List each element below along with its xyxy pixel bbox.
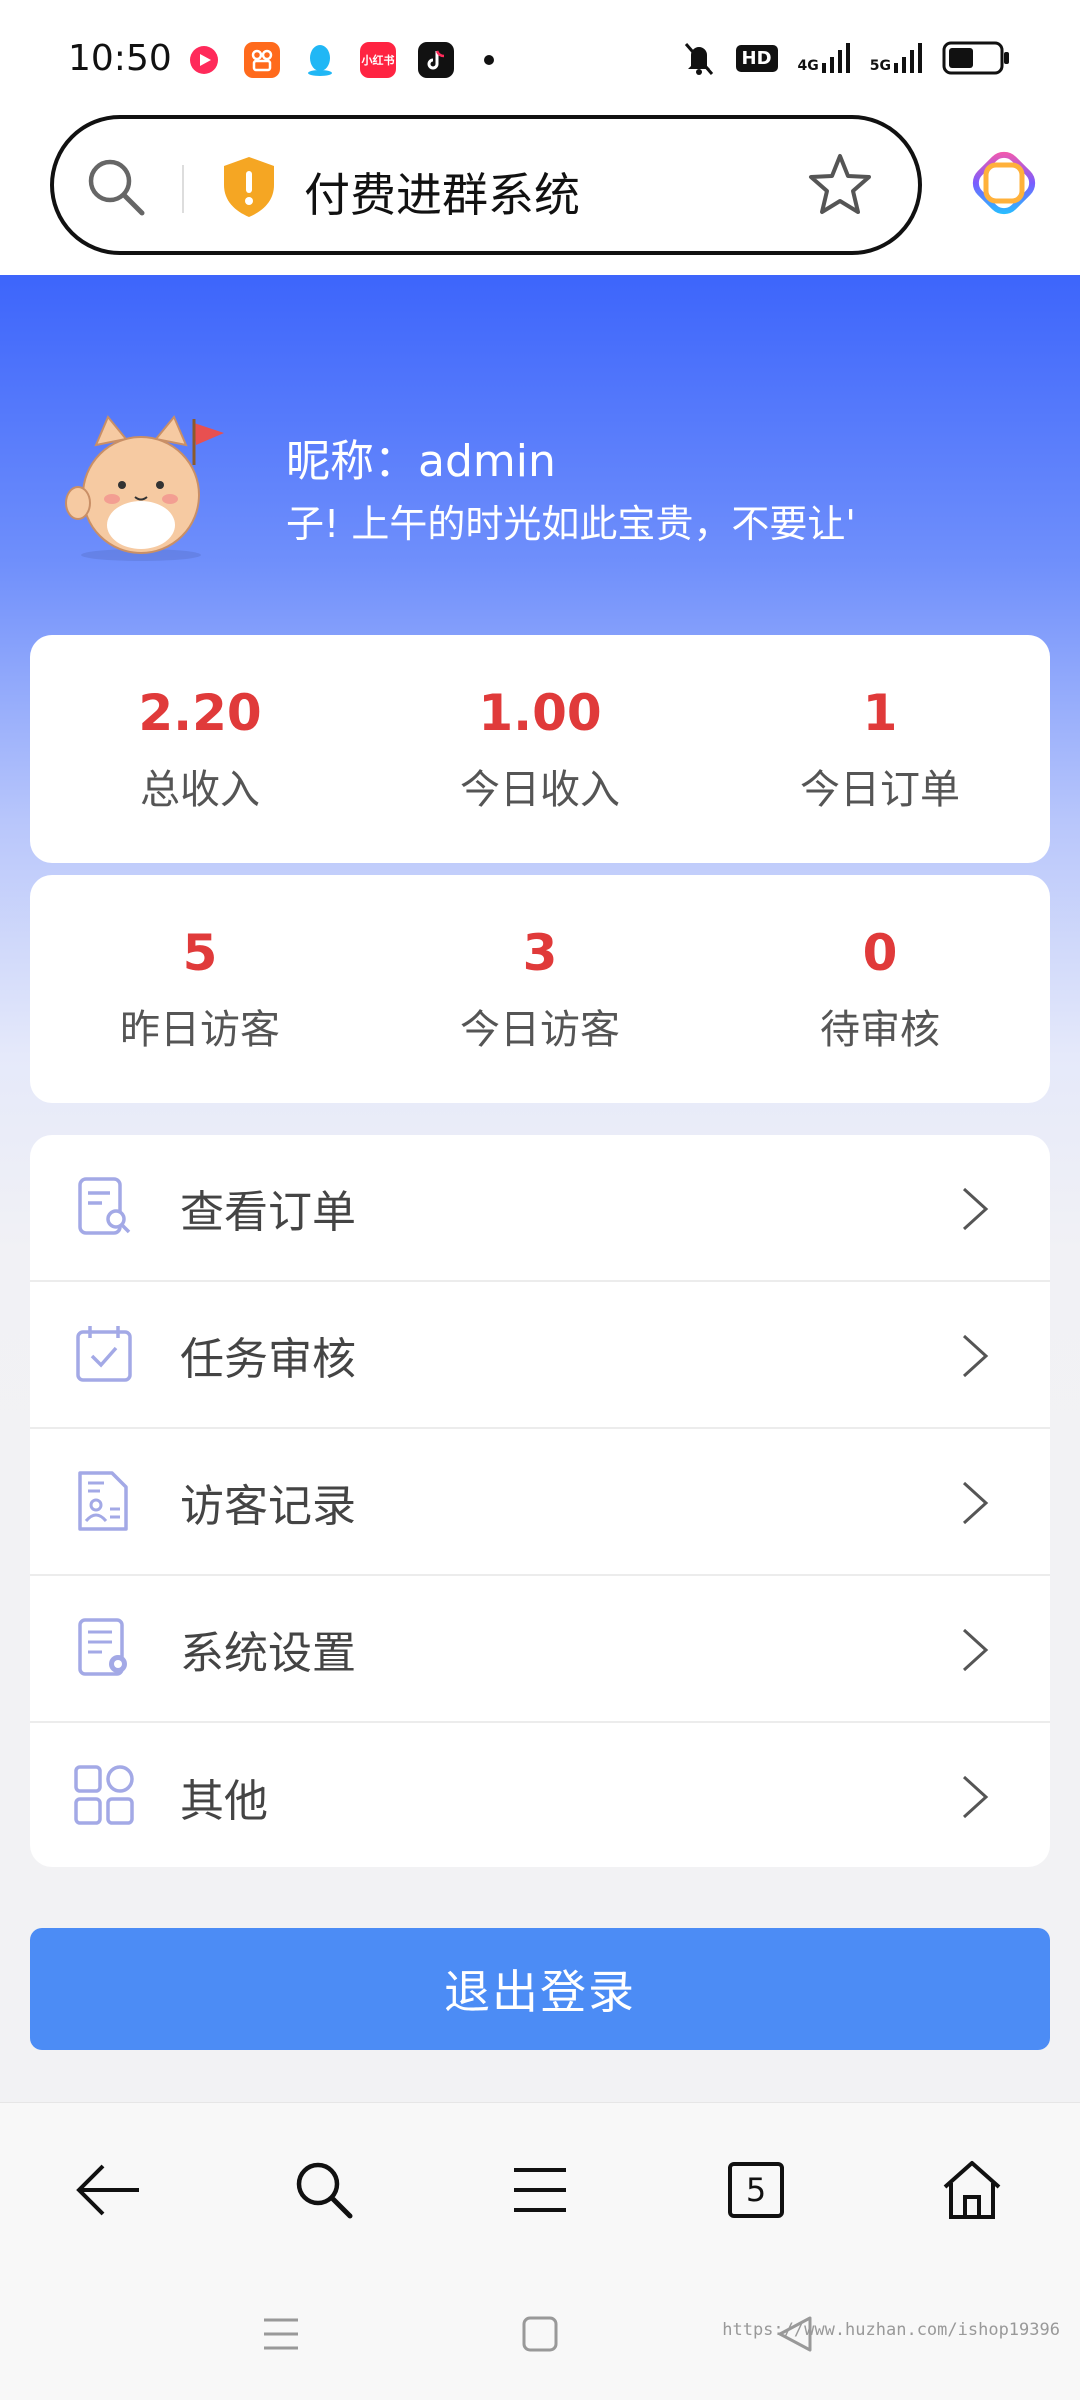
stat-label: 昨日访客 <box>120 1007 280 1053</box>
nickname: 昵称：admin <box>286 436 556 487</box>
search-button[interactable] <box>216 2103 432 2276</box>
qq-icon <box>302 42 338 78</box>
shield-warning-icon[interactable] <box>220 155 278 223</box>
back-arrow-icon <box>76 2164 139 2215</box>
menu-button[interactable] <box>432 2103 648 2276</box>
recents-icon <box>264 2318 298 2350</box>
status-time: 10:50 <box>68 38 172 79</box>
menu-item-view-orders[interactable]: 查看订单 <box>30 1135 1050 1282</box>
menu-item-label: 其他 <box>180 1775 268 1827</box>
logout-button[interactable]: 退出登录 <box>30 1928 1050 2050</box>
4g-signal-icon: 4G <box>798 43 850 73</box>
grid-icon <box>72 1763 136 1827</box>
tiktok-icon <box>418 42 454 78</box>
address-bar[interactable]: 付费进群系统 <box>50 115 922 255</box>
notification-icons: 小红书 <box>186 42 494 78</box>
chevron-right-icon <box>960 1185 990 1237</box>
stat-value: 5 <box>182 924 218 982</box>
square-home-icon <box>522 2316 558 2352</box>
browser-extension-icon[interactable] <box>972 151 1036 219</box>
menu-item-label: 系统设置 <box>180 1627 356 1679</box>
stat-label: 今日订单 <box>800 767 960 813</box>
chevron-right-icon <box>960 1479 990 1531</box>
search-icon <box>296 2162 353 2218</box>
stat-today-income[interactable]: 1.00 今日收入 <box>370 635 710 863</box>
system-home-button[interactable] <box>522 2314 558 2358</box>
stat-label: 今日访客 <box>460 1007 620 1053</box>
hamburger-menu-icon <box>514 2167 566 2212</box>
stat-total-income[interactable]: 2.20 总收入 <box>30 635 370 863</box>
stat-yesterday-visitors[interactable]: 5 昨日访客 <box>30 875 370 1103</box>
menu-item-label: 访客记录 <box>180 1480 356 1532</box>
search-icon[interactable] <box>84 155 148 223</box>
menu-item-system-settings[interactable]: 系统设置 <box>30 1576 1050 1723</box>
avatar[interactable] <box>56 405 236 565</box>
status-bar: 10:50 小红书 HD 4G 5G <box>0 0 1080 115</box>
stat-label: 今日收入 <box>460 767 620 813</box>
chevron-right-icon <box>960 1626 990 1678</box>
menu-item-other[interactable]: 其他 <box>30 1723 1050 1867</box>
calendar-check-icon <box>72 1322 136 1386</box>
bookmark-star-icon[interactable] <box>806 151 874 223</box>
system-status-icons: HD 4G 5G <box>682 40 1010 76</box>
back-button[interactable] <box>0 2103 216 2276</box>
stat-value: 3 <box>522 924 558 982</box>
menu-item-visitor-records[interactable]: 访客记录 <box>30 1429 1050 1576</box>
stat-value: 1.00 <box>478 684 602 742</box>
menu-item-label: 任务审核 <box>180 1333 356 1385</box>
battery-icon <box>942 41 1010 75</box>
watermark-text: https://www.huzhan.com/ishop19396 <box>722 2320 1060 2340</box>
order-search-icon <box>72 1175 136 1239</box>
greeting-text: 子! 上午的时光如此宝贵，不要让' <box>286 502 856 546</box>
address-divider <box>182 165 184 213</box>
stats-card-visitors: 5 昨日访客 3 今日访客 0 待审核 <box>30 875 1050 1103</box>
home-icon <box>943 2160 1001 2219</box>
stat-value: 1 <box>862 684 898 742</box>
browser-toolbar: 付费进群系统 <box>0 115 1080 275</box>
page-title: 付费进群系统 <box>304 168 580 222</box>
browser-bottom-nav: 5 <box>0 2102 1080 2276</box>
menu-item-task-review[interactable]: 任务审核 <box>30 1282 1050 1429</box>
system-navigation-bar: https://www.huzhan.com/ishop19396 <box>0 2276 1080 2400</box>
home-button[interactable] <box>864 2103 1080 2276</box>
tabs-button[interactable]: 5 <box>648 2103 864 2276</box>
xiaohongshu-icon: 小红书 <box>360 42 396 78</box>
mute-icon <box>682 40 716 76</box>
stat-label: 待审核 <box>820 1007 940 1053</box>
stat-today-orders[interactable]: 1 今日订单 <box>710 635 1050 863</box>
menu-list: 查看订单 任务审核 访客记录 系统设置 其他 <box>30 1135 1050 1867</box>
5g-signal-icon: 5G <box>870 43 922 73</box>
menu-item-label: 查看订单 <box>180 1186 356 1238</box>
settings-doc-icon <box>72 1616 136 1680</box>
stat-today-visitors[interactable]: 3 今日访客 <box>370 875 710 1103</box>
stat-value: 2.20 <box>138 684 262 742</box>
more-notifications-dot <box>484 55 494 65</box>
stat-label: 总收入 <box>140 767 260 813</box>
stats-card-income: 2.20 总收入 1.00 今日收入 1 今日订单 <box>30 635 1050 863</box>
chevron-right-icon <box>960 1332 990 1384</box>
video-app-icon <box>186 42 222 78</box>
hd-icon: HD <box>735 44 778 72</box>
recent-apps-button[interactable] <box>262 2314 300 2358</box>
chevron-right-icon <box>960 1773 990 1825</box>
visitor-record-icon <box>72 1469 136 1533</box>
stat-value: 0 <box>862 924 898 982</box>
tab-count: 5 <box>728 2161 784 2218</box>
stat-pending-review[interactable]: 0 待审核 <box>710 875 1050 1103</box>
kuaishou-icon <box>244 42 280 78</box>
